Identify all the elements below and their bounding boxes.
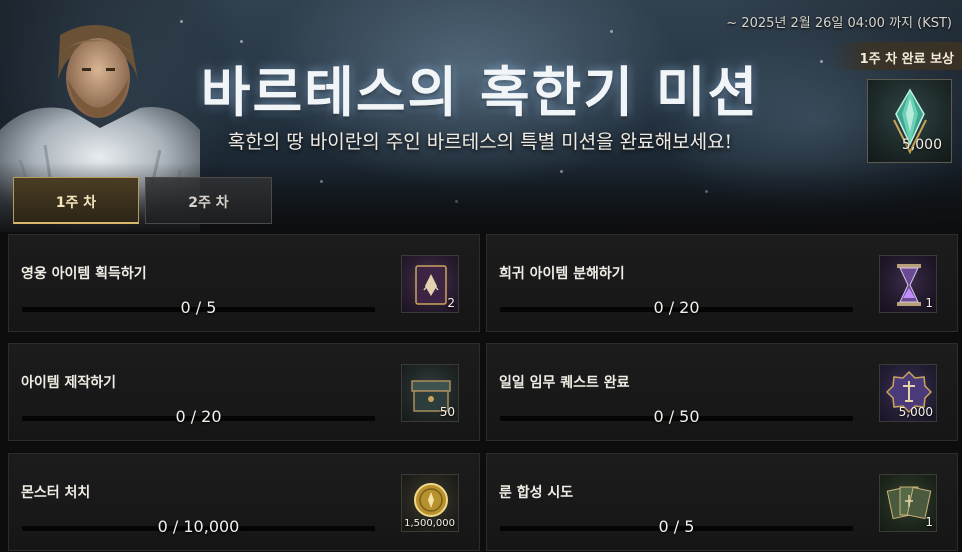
mission-reward-qty: 2	[447, 296, 455, 310]
tab-week-2[interactable]: 2주 차	[145, 177, 272, 224]
mission-card: 몬스터 처치 0 / 10,000 1,500,000	[8, 453, 480, 551]
mission-progress-text: 0 / 50	[653, 407, 700, 426]
mission-card: 룬 합성 시도 0 / 5 1	[486, 453, 958, 551]
mission-title: 일일 임무 퀘스트 완료	[499, 375, 630, 391]
snowflake	[240, 40, 243, 43]
tab-week-1[interactable]: 1주 차	[13, 177, 139, 224]
mission-reward-item[interactable]: 1	[879, 474, 937, 532]
mission-reward-qty: 1	[925, 515, 933, 529]
mission-reward-qty: 50	[439, 405, 455, 419]
mission-progress-text: 0 / 5	[180, 298, 217, 317]
mission-progress-text: 0 / 10,000	[157, 517, 240, 536]
mission-title: 희귀 아이템 분해하기	[499, 266, 625, 282]
mission-reward-item[interactable]: 5,000	[879, 364, 937, 422]
event-title: 바르테스의 혹한기 미션	[200, 60, 760, 124]
mission-progress-text: 0 / 5	[658, 517, 695, 536]
mission-card: 희귀 아이템 분해하기 0 / 20 1	[486, 234, 958, 332]
completion-reward-item[interactable]: 5,000	[867, 79, 952, 163]
completion-reward-label: 1주 차 완료 보상	[832, 42, 962, 70]
mission-card: 영웅 아이템 획득하기 0 / 5 2	[8, 234, 480, 332]
mission-card: 아이템 제작하기 0 / 20 50	[8, 343, 480, 441]
mission-title: 아이템 제작하기	[21, 375, 117, 391]
mission-reward-item[interactable]: 50	[401, 364, 459, 422]
snowflake	[610, 30, 613, 33]
mission-reward-qty: 1	[925, 296, 933, 310]
mission-reward-qty: 5,000	[898, 405, 933, 419]
mission-title: 룬 합성 시도	[499, 485, 574, 501]
mission-progress-text: 0 / 20	[653, 298, 700, 317]
mission-reward-item[interactable]: 1,500,000	[401, 474, 459, 532]
mission-title: 몬스터 처치	[21, 485, 91, 501]
mission-progress-text: 0 / 20	[175, 407, 222, 426]
mission-reward-item[interactable]: 1	[879, 255, 937, 313]
snowflake	[820, 60, 823, 63]
mission-reward-item[interactable]: 2	[401, 255, 459, 313]
mission-card: 일일 임무 퀘스트 완료 0 / 50 5,000	[486, 343, 958, 441]
event-subtitle: 혹한의 땅 바이란의 주인 바르테스의 특별 미션을 완료해보세요!	[227, 131, 733, 153]
completion-reward-qty: 5,000	[901, 137, 942, 153]
mission-reward-qty: 1,500,000	[404, 518, 455, 529]
event-deadline: ~ 2025년 2월 26일 04:00 까지 (KST)	[726, 16, 952, 31]
mission-title: 영웅 아이템 획득하기	[21, 266, 147, 282]
